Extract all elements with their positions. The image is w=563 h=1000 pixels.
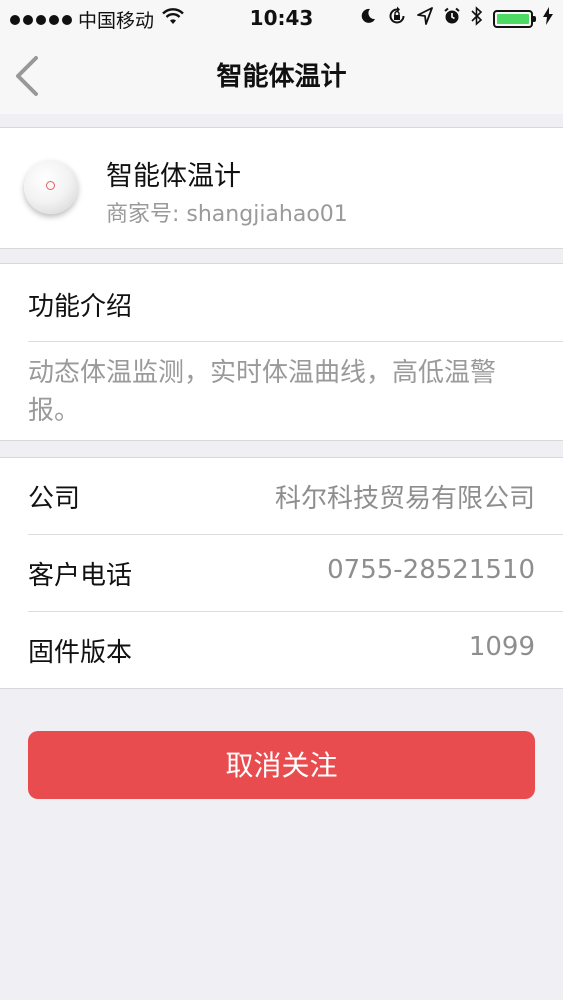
feature-intro-text: 动态体温监测，实时体温曲线，高低温警报。	[28, 358, 497, 426]
firmware-label: 固件版本	[28, 638, 133, 668]
unfollow-button[interactable]: 取消关注	[28, 731, 535, 799]
phone-value[interactable]: 0755-28521510	[327, 555, 535, 585]
device-thumbnail	[24, 160, 78, 214]
charging-icon	[543, 7, 553, 30]
battery-level	[497, 13, 529, 24]
firmware-value: 1099	[468, 632, 535, 662]
info-row-phone[interactable]: 客户电话 0755-28521510	[0, 535, 563, 611]
device-name: 智能体温计	[106, 161, 241, 192]
battery-icon	[493, 9, 536, 28]
info-row-company: 公司 科尔科技贸易有限公司	[0, 458, 563, 534]
rotation-lock-icon	[387, 6, 407, 31]
bluetooth-icon	[471, 6, 483, 31]
status-right	[359, 6, 553, 31]
divider	[28, 341, 563, 342]
device-card: 智能体温计 商家号: shangjiahao01	[0, 127, 563, 249]
navigation-bar: 智能体温计	[0, 36, 563, 114]
alarm-icon	[443, 7, 461, 30]
feature-intro-title: 功能介绍	[28, 292, 133, 322]
phone-label: 客户电话	[28, 561, 133, 591]
info-row-firmware: 固件版本 1099	[0, 612, 563, 688]
company-value: 科尔科技贸易有限公司	[274, 484, 535, 514]
company-label: 公司	[28, 484, 81, 514]
device-info-section: 公司 科尔科技贸易有限公司 客户电话 0755-28521510 固件版本 10…	[0, 457, 563, 689]
location-icon	[417, 7, 433, 30]
feature-intro-section: 功能介绍 动态体温监测，实时体温曲线，高低温警报。	[0, 263, 563, 441]
moon-icon	[359, 7, 377, 30]
merchant-id: 商家号: shangjiahao01	[106, 202, 348, 227]
page-title: 智能体温计	[216, 62, 347, 92]
status-bar: 中国移动 10:43	[0, 0, 563, 36]
